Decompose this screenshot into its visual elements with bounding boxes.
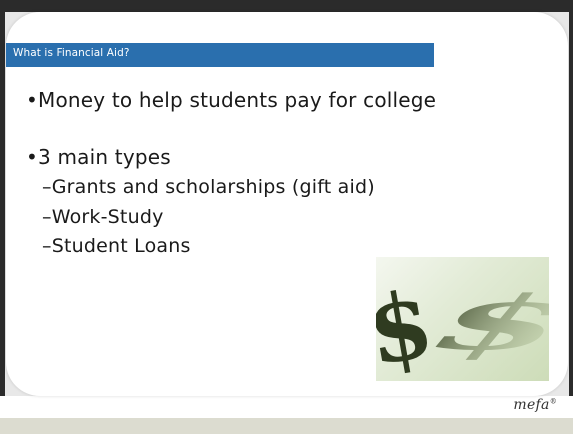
bullet-main-types: •3 main types (26, 145, 171, 169)
sub-bullet-grants: –Grants and scholarships (gift aid) (42, 176, 375, 198)
window-left-edge (0, 0, 5, 434)
logo-text: mefa (513, 397, 550, 413)
bullet-money: •Money to help students pay for college (26, 88, 437, 112)
sub-bullet-work-study: –Work-Study (42, 206, 164, 228)
window-right-edge (569, 0, 573, 434)
dollar-glyph: $ (376, 269, 441, 381)
footer-strip (0, 396, 573, 418)
sub-bullet-loans: –Student Loans (42, 235, 191, 257)
dollar-sign-image: $ $ (376, 257, 549, 381)
logo-registered-mark: ® (549, 397, 557, 406)
mefa-logo: mefa® (513, 397, 557, 413)
dollar-sign-icon: $ $ (376, 269, 549, 381)
window-top-edge (0, 0, 573, 12)
slide-title: What is Financial Aid? (13, 47, 130, 59)
